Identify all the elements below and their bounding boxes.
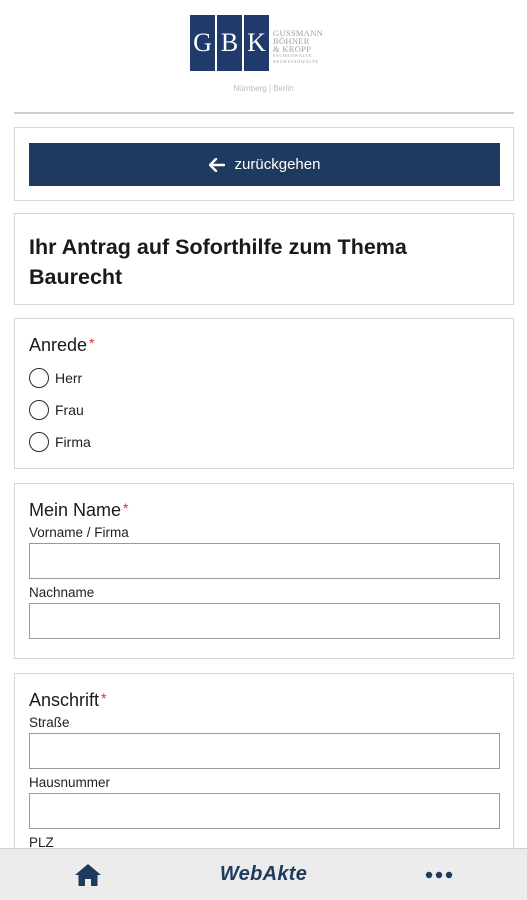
radio-circle[interactable] (29, 400, 49, 420)
radio-frau[interactable]: Frau (29, 394, 499, 426)
logo-letter-b: B (217, 15, 242, 71)
office-cities: Nürnberg | Berlin (233, 84, 294, 93)
gbk-logo: G B K GUSSMANN BÖHNER & KROPP FACHANWÄLT… (190, 15, 323, 71)
name-section: Mein Name * Vorname / Firma Nachname (14, 483, 514, 659)
logo-letter-k: K (244, 15, 269, 71)
title-card: Ihr Antrag auf Soforthilfe zum Thema Bau… (14, 213, 514, 305)
street-input[interactable] (29, 733, 500, 769)
radio-circle[interactable] (29, 368, 49, 388)
header-divider (14, 112, 514, 114)
last-name-input[interactable] (29, 603, 500, 639)
radio-label: Herr (55, 370, 83, 386)
app-header: G B K GUSSMANN BÖHNER & KROPP FACHANWÄLT… (0, 0, 527, 114)
logo-letter-g: G (190, 15, 215, 71)
house-number-input[interactable] (29, 793, 500, 829)
salutation-label: Anrede * (29, 335, 95, 355)
first-name-label: Vorname / Firma (29, 525, 129, 540)
required-mark: * (123, 500, 129, 516)
salutation-section: Anrede * Herr Frau Firma (14, 318, 514, 469)
arrow-left-icon (208, 157, 225, 172)
webakte-logo: WebAkte (219, 863, 308, 885)
last-name-label: Nachname (29, 585, 95, 600)
address-section: Anschrift * Straße Hausnummer PLZ (14, 673, 514, 873)
radio-herr[interactable]: Herr (29, 362, 499, 394)
bottom-nav: WebAkte (0, 848, 527, 900)
street-label: Straße (29, 715, 70, 730)
nav-home[interactable] (28, 849, 148, 900)
required-mark: * (101, 690, 107, 706)
name-label: Mein Name * (29, 500, 129, 520)
more-dots-icon (425, 871, 453, 878)
back-button[interactable]: zurückgehen (29, 143, 500, 186)
radio-firma[interactable]: Firma (29, 426, 499, 458)
first-name-input[interactable] (29, 543, 500, 579)
address-label: Anschrift * (29, 690, 107, 710)
home-icon (74, 863, 101, 886)
page-title: Ihr Antrag auf Soforthilfe zum Thema Bau… (29, 235, 407, 289)
nav-more[interactable] (379, 849, 499, 900)
nav-webakte[interactable]: WebAkte (203, 849, 323, 900)
house-number-label: Hausnummer (29, 775, 111, 790)
radio-label: Frau (55, 402, 84, 418)
radio-label: Firma (55, 434, 91, 450)
back-card: zurückgehen (14, 127, 514, 201)
required-mark: * (89, 335, 95, 351)
back-button-label: zurückgehen (234, 156, 321, 173)
radio-circle[interactable] (29, 432, 49, 452)
logo-firm-name: GUSSMANN BÖHNER & KROPP FACHANWÄLTE RECH… (273, 28, 324, 64)
